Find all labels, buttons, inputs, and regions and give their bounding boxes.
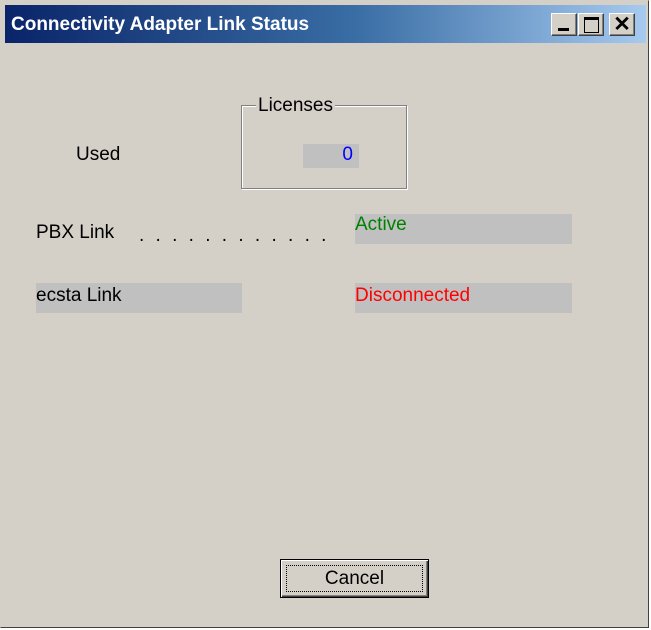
maximize-icon [584,17,599,33]
ecsta-link-status: Disconnected [355,283,572,313]
pbx-link-leader: . . . . . . . . . . . . [139,225,330,246]
close-button[interactable]: ✕ [609,13,635,36]
title-bar[interactable]: Connectivity Adapter Link Status ✕ [5,5,646,43]
pbx-link-status: Active [355,214,572,244]
maximize-button[interactable] [578,13,604,36]
pbx-link-label: PBX Link [36,222,115,243]
licenses-group-label: Licenses [256,95,335,117]
dialog-window: Connectivity Adapter Link Status ✕ Used … [0,0,649,628]
minimize-icon [558,28,569,31]
minimize-button[interactable] [551,13,577,36]
cancel-button[interactable]: Cancel [280,559,429,598]
window-title: Connectivity Adapter Link Status [11,14,310,35]
used-licenses-value: 0 [303,144,359,168]
used-label: Used [76,144,121,165]
ecsta-link-label: ecsta Link [36,283,242,313]
cancel-button-label: Cancel [286,565,423,592]
close-icon: ✕ [613,13,631,36]
